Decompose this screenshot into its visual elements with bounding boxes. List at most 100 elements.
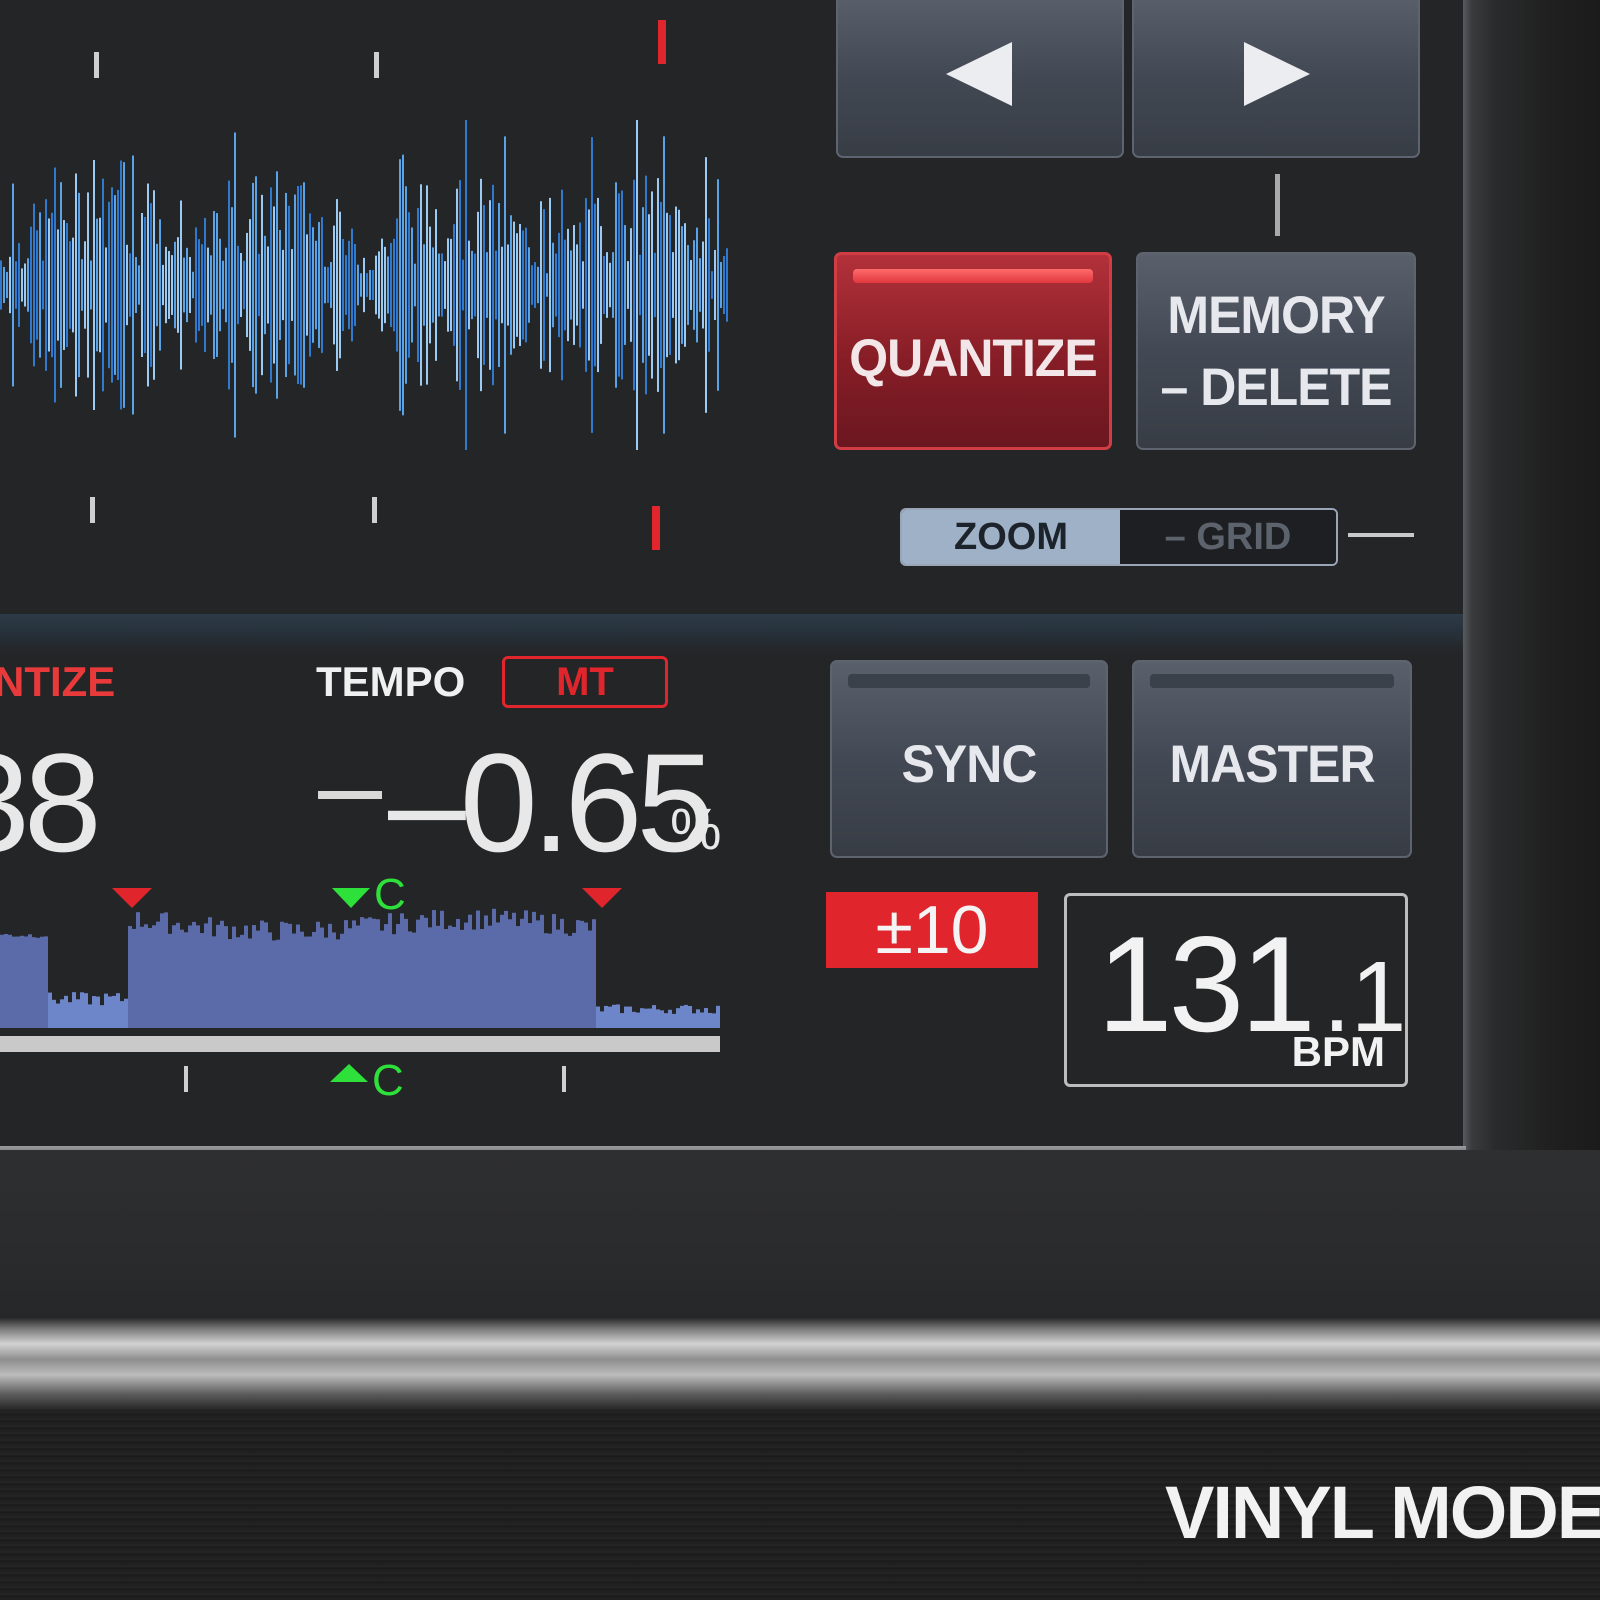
overview-bar (488, 925, 492, 1028)
overview-bar (340, 933, 344, 1028)
overview-bar (664, 1013, 668, 1028)
overview-bar (628, 1006, 632, 1028)
overview-bar (308, 936, 312, 1028)
waveform-bar (246, 232, 248, 338)
waveform-bar (465, 120, 467, 450)
left-triangle-icon (946, 42, 1012, 106)
overview-bar (228, 939, 232, 1028)
search-back-button[interactable] (836, 0, 1124, 158)
master-tempo-badge[interactable]: MT (502, 656, 668, 708)
waveform-bar (36, 230, 38, 340)
waveform-bar (531, 265, 533, 305)
waveform-bar (402, 154, 404, 416)
playback-bar (0, 1036, 720, 1052)
waveform-bar (396, 218, 398, 352)
waveform-bar (342, 238, 344, 332)
waveform-bar (51, 212, 53, 358)
waveform-bar (48, 218, 50, 352)
overview-bar (264, 922, 268, 1028)
waveform-bar (123, 162, 125, 408)
overview-bar (320, 927, 324, 1028)
waveform-bar (633, 179, 635, 391)
overview-bar (64, 995, 68, 1028)
overview-bar (328, 923, 332, 1028)
overview-bar (188, 925, 192, 1028)
overview-bar (520, 918, 524, 1028)
grid-option[interactable]: – GRID (1120, 510, 1336, 564)
sync-button[interactable]: SYNC (830, 660, 1108, 858)
waveform-bar (111, 187, 113, 383)
overview-bar (484, 915, 488, 1028)
overview-bar (668, 1009, 672, 1028)
waveform-bar (477, 211, 479, 359)
beat-tick (372, 497, 377, 523)
waveform-bar (69, 241, 71, 329)
memory-delete-button[interactable]: MEMORY – DELETE (1136, 252, 1416, 450)
waveform-bar (168, 251, 170, 319)
overview-bar (620, 1013, 624, 1028)
master-button[interactable]: MASTER (1132, 660, 1412, 858)
waveform-bar (522, 230, 524, 340)
overview-bar (304, 936, 308, 1028)
waveform-bar (648, 214, 650, 356)
overview-bar (420, 915, 424, 1028)
overview-waveform[interactable] (0, 860, 740, 1100)
waveform-bar (336, 199, 338, 371)
waveform-bar (39, 212, 41, 358)
waveform-bar (492, 184, 494, 386)
waveform-bar (606, 252, 608, 318)
overview-bar (576, 920, 580, 1028)
overview-bar (44, 936, 48, 1028)
overview-bar (348, 928, 352, 1028)
overview-bar (280, 921, 284, 1028)
vinyl-mode-label[interactable]: VINYL MODE (1165, 1470, 1600, 1555)
overview-bar (616, 1004, 620, 1028)
overview-bar (56, 1003, 60, 1028)
waveform-bar (726, 248, 728, 322)
quantize-button[interactable]: QUANTIZE (834, 252, 1112, 450)
overview-bar (124, 998, 128, 1028)
overview-bar (68, 1002, 72, 1028)
waveform-bar (81, 259, 83, 311)
overview-tick (562, 1066, 566, 1092)
overview-bar (192, 921, 196, 1028)
beat-tick (90, 497, 95, 523)
waveform-bar (639, 254, 641, 316)
waveform-bar (210, 255, 212, 315)
overview-bar (92, 996, 96, 1028)
overview-tick (184, 1066, 188, 1092)
waveform-bar (717, 179, 719, 391)
waveform-bar (252, 182, 254, 388)
overview-bar (52, 999, 56, 1028)
zoom-option[interactable]: ZOOM (902, 510, 1120, 564)
tempo-range-badge[interactable]: ±10 (826, 892, 1038, 968)
overview-bar (180, 929, 184, 1028)
cue-marker (332, 888, 370, 908)
zoom-grid-toggle[interactable]: ZOOM – GRID (900, 508, 1338, 566)
waveform-bar (525, 227, 527, 343)
overview-bar (232, 926, 236, 1028)
waveform-bar (399, 159, 401, 411)
tempo-label: TEMPO (316, 658, 466, 705)
waveform-bar (150, 203, 152, 367)
overview-bar (104, 993, 108, 1028)
waveform-bar (75, 173, 77, 397)
waveform-bar (159, 219, 161, 351)
overview-bar (148, 927, 152, 1028)
overview-bar (476, 910, 480, 1028)
overview-bar (288, 923, 292, 1028)
overview-bar (548, 933, 552, 1028)
overview-bar (144, 924, 148, 1028)
cue-marker-top-label: C (374, 870, 406, 919)
search-forward-button[interactable] (1132, 0, 1420, 158)
waveform-bar (429, 226, 431, 344)
waveform-bar (684, 223, 686, 347)
waveform-bar (627, 261, 629, 309)
overview-bar (516, 926, 520, 1028)
waveform-bar (120, 160, 122, 410)
overview-bar (700, 1012, 704, 1028)
cue-marker-bottom-label: C (372, 1056, 404, 1105)
overview-bar (652, 1005, 656, 1028)
waveform-bar (117, 189, 119, 381)
waveform-bar (495, 250, 497, 320)
